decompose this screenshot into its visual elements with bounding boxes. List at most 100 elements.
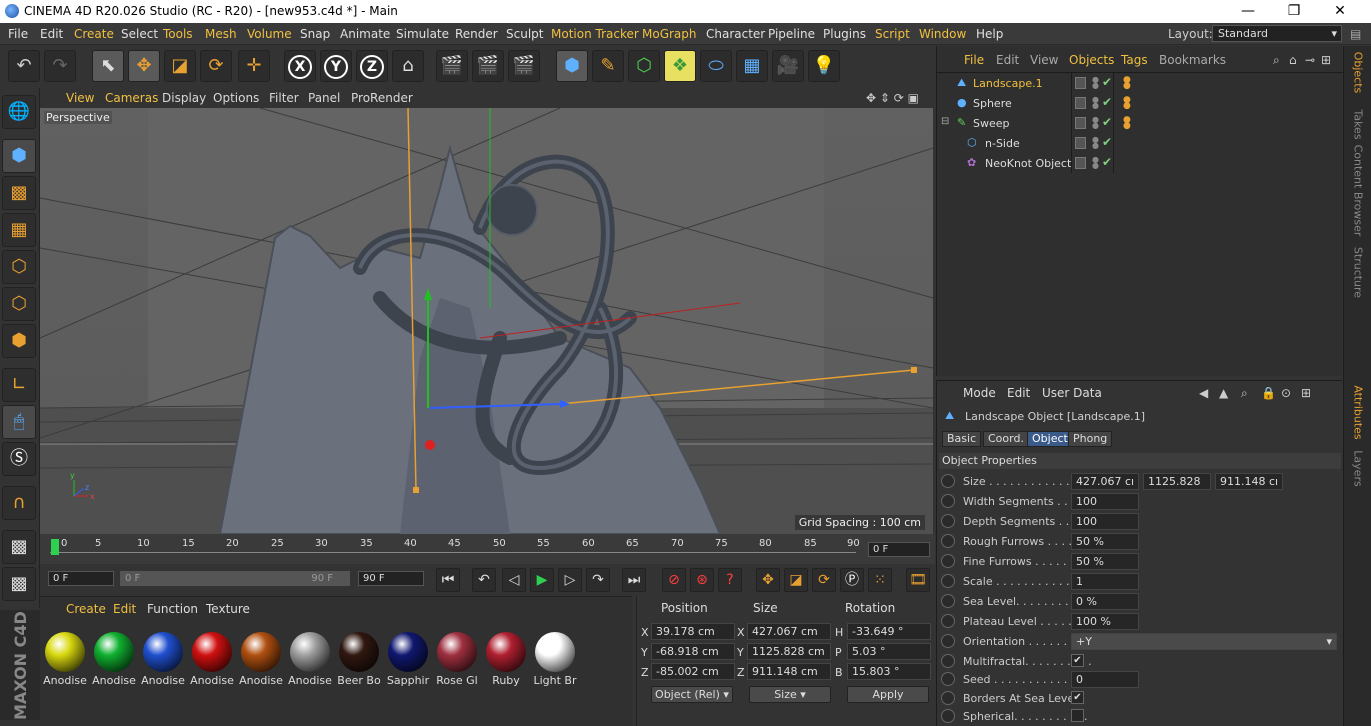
material-menu-function[interactable]: Function <box>147 602 198 616</box>
viewport-menu-prorender[interactable]: ProRender <box>351 91 413 105</box>
material-menu-edit[interactable]: Edit <box>113 602 136 616</box>
record-position-icon[interactable]: ✥ <box>756 568 780 592</box>
menu-snap[interactable]: Snap <box>300 27 330 41</box>
size-mode-select[interactable]: Size ▾ <box>749 686 831 703</box>
object-row-nside[interactable]: ⬡ n-Side ● ● ✔ <box>939 134 1343 154</box>
menu-animate[interactable]: Animate <box>340 27 390 41</box>
record-active-objects-icon[interactable]: ⊘ <box>662 568 686 592</box>
menu-mesh[interactable]: Mesh <box>205 27 237 41</box>
coordinate-mode-select[interactable]: Object (Rel) ▾ <box>651 686 733 703</box>
coordinate-system-icon[interactable]: ⌂ <box>392 50 424 82</box>
menu-volume[interactable]: Volume <box>247 27 292 41</box>
viewport-camera-label[interactable]: Perspective <box>44 111 112 124</box>
material-swatch[interactable]: Rose Gl <box>434 630 480 687</box>
points-mode-icon[interactable]: ⬡ <box>2 250 36 284</box>
tab-coord[interactable]: Coord. <box>983 431 1029 447</box>
render-view-icon[interactable]: 🎬 <box>436 50 468 82</box>
current-frame-field[interactable]: 0 F <box>868 542 930 557</box>
collapse-icon[interactable]: ⊟ <box>941 116 949 127</box>
animation-circle-icon[interactable] <box>941 554 955 568</box>
cube-icon[interactable]: ⬢ <box>556 50 588 82</box>
animation-circle-icon[interactable] <box>941 634 955 648</box>
autokeying-icon[interactable]: ⊛ <box>690 568 714 592</box>
menu-character[interactable]: Character <box>706 27 765 41</box>
material-swatch[interactable]: Anodise <box>140 630 186 687</box>
magnet-icon[interactable]: ∩ <box>2 486 36 520</box>
material-swatch[interactable]: Anodise <box>189 630 235 687</box>
visibility-dots[interactable]: ● ● <box>1092 156 1099 170</box>
layer-flag[interactable] <box>1075 77 1086 89</box>
am-back-icon[interactable]: ◀ <box>1199 386 1208 400</box>
floor-icon[interactable]: ▦ <box>736 50 768 82</box>
material-swatch[interactable]: Light Br <box>532 630 578 687</box>
animation-circle-icon[interactable] <box>941 534 955 548</box>
om-menu-view[interactable]: View <box>1030 53 1058 67</box>
enabled-check-icon[interactable]: ✔ <box>1102 95 1112 109</box>
animation-circle-icon[interactable] <box>941 691 955 705</box>
am-menu-edit[interactable]: Edit <box>1007 386 1030 400</box>
previous-key-icon[interactable]: ↶ <box>472 568 496 592</box>
snap-icon[interactable]: Ⓢ <box>2 442 36 476</box>
om-menu-edit[interactable]: Edit <box>996 53 1019 67</box>
rotate-icon[interactable]: ⟳ <box>200 50 232 82</box>
om-home-icon[interactable]: ⌂ <box>1289 53 1297 67</box>
undo-icon[interactable]: ↶ <box>8 50 40 82</box>
timeline-playhead[interactable] <box>51 539 59 555</box>
menu-mograph[interactable]: MoGraph <box>642 27 697 41</box>
record-parameter-icon[interactable]: Ⓟ <box>840 568 864 592</box>
make-editable-icon[interactable]: 🌐 <box>2 95 36 129</box>
visibility-dots[interactable]: ● ● <box>1092 76 1099 90</box>
scale-icon[interactable]: ◪ <box>164 50 196 82</box>
om-menu-file[interactable]: File <box>964 53 984 67</box>
am-up-icon[interactable]: ▲ <box>1219 386 1228 400</box>
plateau-level-field[interactable]: 100 % <box>1071 613 1139 630</box>
tweak-mode-icon[interactable]: 🖱 <box>2 405 36 439</box>
rotation-h-field[interactable]: -33.649 ° <box>847 623 931 640</box>
seed-field[interactable]: 0 <box>1071 671 1139 688</box>
viewport-menu-cameras[interactable]: Cameras <box>105 91 158 105</box>
enabled-check-icon[interactable]: ✔ <box>1102 115 1112 129</box>
visibility-dots[interactable]: ● ● <box>1092 136 1099 150</box>
material-swatch[interactable]: Ruby <box>483 630 529 687</box>
size-y-field[interactable]: 1125.828 cm <box>747 643 831 660</box>
axis-mode-icon[interactable]: ∟ <box>2 368 36 402</box>
rotation-b-field[interactable]: 15.803 ° <box>847 663 931 680</box>
object-name[interactable]: Sphere <box>973 97 1012 110</box>
borders-at-sea-level-checkbox[interactable]: ✔ <box>1071 691 1084 704</box>
position-z-field[interactable]: -85.002 cm <box>651 663 735 680</box>
menu-motion-tracker[interactable]: Motion Tracker <box>551 27 639 41</box>
subdivision-icon[interactable]: ⬡ <box>628 50 660 82</box>
scale-field[interactable]: 1 <box>1071 573 1139 590</box>
deformer-icon[interactable]: ⬭ <box>700 50 732 82</box>
menu-select[interactable]: Select <box>121 27 158 41</box>
menu-edit[interactable]: Edit <box>40 27 63 41</box>
om-search-icon[interactable]: ⌕ <box>1273 53 1280 68</box>
viewport-menu-filter[interactable]: Filter <box>269 91 299 105</box>
spherical-checkbox[interactable] <box>1071 709 1084 722</box>
play-icon[interactable]: ▶ <box>530 568 554 592</box>
size-z-field[interactable]: 911.148 cı <box>1215 473 1283 490</box>
object-name[interactable]: n-Side <box>985 137 1020 150</box>
previous-frame-icon[interactable]: ◁ <box>502 568 526 592</box>
animation-circle-icon[interactable] <box>941 514 955 528</box>
phong-tag-icon[interactable]: ● ● <box>1123 96 1131 111</box>
render-picture-viewer-icon[interactable]: 🎬 <box>472 50 504 82</box>
am-settings-icon[interactable]: ⊙ <box>1281 386 1291 400</box>
visibility-dots[interactable]: ● ● <box>1092 116 1099 130</box>
menu-file[interactable]: File <box>8 27 28 41</box>
rotation-p-field[interactable]: 5.03 ° <box>847 643 931 660</box>
om-link-icon[interactable]: ⊸ <box>1305 53 1315 67</box>
layer-flag[interactable] <box>1075 117 1086 129</box>
position-y-field[interactable]: -68.918 cm <box>651 643 735 660</box>
material-menu-texture[interactable]: Texture <box>206 602 250 616</box>
phong-tag-icon[interactable]: ● ● <box>1123 116 1131 131</box>
menu-create[interactable]: Create <box>74 27 114 41</box>
rough-furrows-field[interactable]: 50 % <box>1071 533 1139 550</box>
material-swatch[interactable]: Anodise <box>91 630 137 687</box>
animation-circle-icon[interactable] <box>941 672 955 686</box>
visibility-dots[interactable]: ● ● <box>1092 96 1099 110</box>
go-to-start-icon[interactable]: ⏮ <box>436 568 460 592</box>
animation-circle-icon[interactable] <box>941 614 955 628</box>
lock-workplane-icon[interactable]: ▩ <box>2 530 36 564</box>
layout-select[interactable]: Standard ▾ <box>1212 25 1342 42</box>
